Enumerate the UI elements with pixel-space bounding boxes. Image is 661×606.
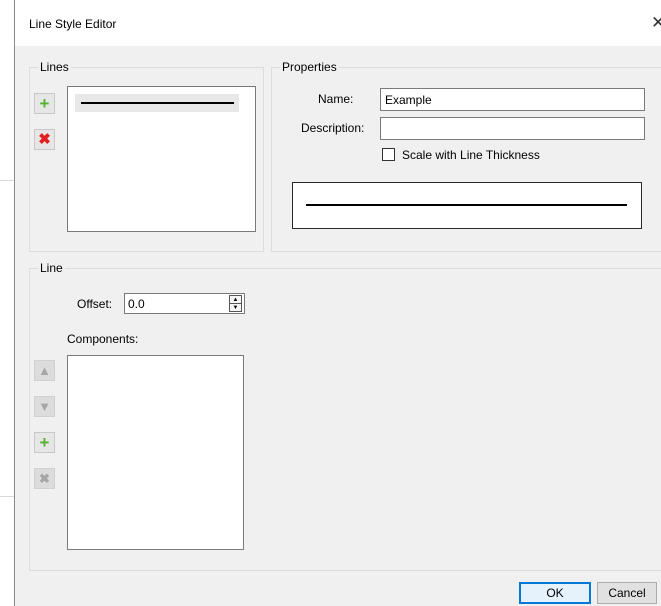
remove-component-button[interactable]: ✖ <box>34 468 55 489</box>
description-label: Description: <box>301 121 365 135</box>
components-label: Components: <box>67 332 139 346</box>
add-line-button[interactable]: + <box>34 93 55 114</box>
spin-down-icon[interactable]: ▼ <box>230 304 241 311</box>
line-style-preview <box>292 182 642 229</box>
scale-with-line-thickness-checkbox[interactable] <box>382 148 395 161</box>
spin-up-icon[interactable]: ▲ <box>230 296 241 303</box>
components-list[interactable] <box>67 355 244 550</box>
line-preview-swatch <box>81 102 234 104</box>
plus-icon: + <box>39 433 50 452</box>
line-group-legend: Line <box>38 261 65 275</box>
name-label: Name: <box>318 92 354 106</box>
background-divider <box>0 496 14 497</box>
add-component-button[interactable]: + <box>34 432 55 453</box>
move-up-button[interactable]: ▲ <box>34 360 55 381</box>
lines-list[interactable] <box>67 86 256 232</box>
offset-spinner[interactable]: ▲ ▼ <box>229 295 242 312</box>
ok-button[interactable]: OK <box>519 582 591 604</box>
title-bar[interactable]: Line Style Editor ✕ <box>15 0 661 46</box>
name-field[interactable] <box>380 88 645 111</box>
preview-line <box>306 204 627 206</box>
background-divider <box>0 180 14 181</box>
remove-line-button[interactable]: ✖ <box>34 129 55 150</box>
offset-label: Offset: <box>77 297 113 311</box>
delete-icon: ✖ <box>38 131 51 148</box>
line-style-editor-dialog: Line Style Editor ✕ Lines + ✖ Properties… <box>14 0 661 606</box>
cancel-button[interactable]: Cancel <box>597 582 657 604</box>
offset-input[interactable] <box>124 293 245 314</box>
scale-with-line-thickness-label[interactable]: Scale with Line Thickness <box>402 148 540 162</box>
lines-group-legend: Lines <box>38 60 71 74</box>
move-down-button[interactable]: ▼ <box>34 396 55 417</box>
plus-icon: + <box>39 94 50 113</box>
arrow-down-icon: ▼ <box>38 399 51 414</box>
properties-group-legend: Properties <box>280 60 339 74</box>
close-icon[interactable]: ✕ <box>651 13 661 33</box>
description-field[interactable] <box>380 117 645 140</box>
delete-icon: ✖ <box>39 471 50 486</box>
arrow-up-icon: ▲ <box>38 363 51 378</box>
list-item[interactable] <box>75 94 239 112</box>
window-title: Line Style Editor <box>29 17 117 31</box>
